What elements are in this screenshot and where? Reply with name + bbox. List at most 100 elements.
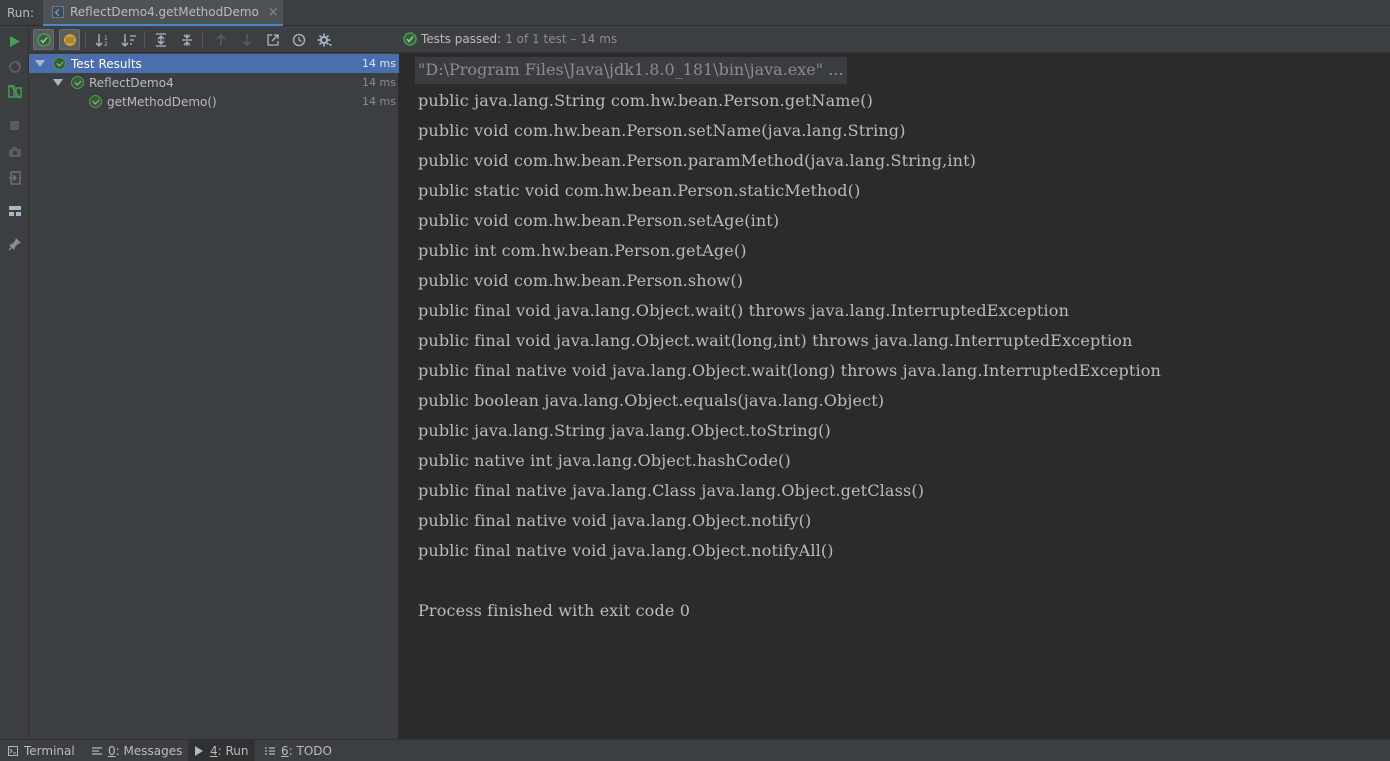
previous-failed-button[interactable] [210, 29, 231, 50]
arrow-down-icon [241, 33, 252, 46]
terminal-icon [8, 746, 18, 756]
restore-layout-button[interactable] [6, 202, 23, 219]
console-line: public boolean java.lang.Object.equals(j… [418, 391, 885, 410]
test-status-bar: Tests passed: 1 of 1 test – 14 ms [399, 26, 1390, 53]
run-tab-title: ReflectDemo4.getMethodDemo [70, 5, 259, 19]
console-command-line[interactable]: "D:\Program Files\Java\jdk1.8.0_181\bin\… [415, 57, 848, 84]
messages-tab-label: : Messages [115, 744, 183, 758]
console-line: public void com.hw.bean.Person.setAge(in… [418, 211, 780, 230]
todo-tab[interactable]: 6: TODO [259, 740, 338, 761]
exit-button[interactable] [6, 169, 23, 186]
passed-check-icon [53, 57, 66, 70]
run-label: Run: [7, 6, 35, 20]
run-tab-label: : Run [217, 744, 249, 758]
ignored-icon [63, 33, 76, 46]
messages-icon [92, 747, 102, 755]
passed-check-icon [71, 76, 84, 89]
passed-check-icon [403, 32, 417, 46]
console-line: public void com.hw.bean.Person.setName(j… [418, 121, 906, 140]
gear-icon [317, 33, 332, 46]
stop-icon [10, 121, 19, 130]
todo-tab-number: 6 [281, 744, 289, 758]
tree-node-class[interactable]: ReflectDemo4 14 ms [29, 73, 399, 92]
console-line: public final void java.lang.Object.wait(… [418, 301, 1070, 320]
todo-list-icon [265, 747, 275, 755]
console-line: public int com.hw.bean.Person.getAge() [418, 241, 747, 260]
play-icon [9, 36, 20, 47]
export-results-button[interactable] [262, 29, 283, 50]
run-tool-tab[interactable]: 4: Run [188, 740, 255, 761]
export-icon [266, 33, 279, 46]
todo-tab-label: : TODO [288, 744, 332, 758]
show-ignored-toggle[interactable] [59, 29, 80, 50]
expand-arrow-icon[interactable] [53, 79, 63, 86]
console-line: public void com.hw.bean.Person.paramMeth… [418, 151, 977, 170]
console-line: public final native java.lang.Class java… [418, 481, 925, 500]
tree-node-label: ReflectDemo4 [89, 75, 174, 90]
expand-arrow-icon[interactable] [35, 60, 45, 67]
console-exit-line: Process finished with exit code 0 [418, 601, 691, 620]
console-line: public static void com.hw.bean.Person.st… [418, 181, 861, 200]
test-config-icon [52, 6, 64, 18]
console-line: public native int java.lang.Object.hashC… [418, 451, 791, 470]
arrow-up-icon [215, 33, 226, 46]
console-output[interactable]: "D:\Program Files\Java\jdk1.8.0_181\bin\… [399, 53, 1390, 739]
sort-alphabetically-button[interactable]: 12 [92, 29, 113, 50]
run-tab-bar: Run: ReflectDemo4.getMethodDemo × [0, 0, 1390, 26]
stop-button[interactable] [6, 117, 23, 134]
test-results-tree: Test Results 14 ms ReflectDemo4 14 ms ge… [29, 53, 399, 739]
tree-node-time: 14 ms [362, 76, 396, 89]
tree-node-time: 14 ms [362, 57, 396, 70]
autotest-icon [7, 84, 22, 99]
sort-alpha-icon: 12 [95, 33, 108, 47]
tree-node-label: getMethodDemo() [107, 94, 217, 109]
pin-tab-button[interactable] [6, 235, 23, 252]
tree-node-test-results[interactable]: Test Results 14 ms [29, 54, 399, 73]
rerun-failed-button[interactable] [6, 58, 23, 75]
thread-dump-button[interactable] [6, 143, 23, 160]
test-settings-button[interactable] [314, 29, 335, 50]
console-line: public java.lang.String java.lang.Object… [418, 421, 831, 440]
expand-all-button[interactable] [150, 29, 171, 50]
console-line: public final native void java.lang.Objec… [418, 511, 812, 530]
tests-passed-label: Tests passed: [421, 32, 502, 46]
messages-tab[interactable]: 0: Messages [86, 740, 188, 761]
pin-icon [7, 237, 21, 251]
console-line: public final native void java.lang.Objec… [418, 541, 834, 560]
close-tab-icon[interactable]: × [268, 5, 279, 20]
clock-icon [292, 33, 305, 46]
tests-passed-count: 1 of 1 test – 14 ms [505, 32, 618, 46]
console-line: public void com.hw.bean.Person.show() [418, 271, 744, 290]
rerun-button[interactable] [6, 33, 23, 50]
passed-check-icon [36, 32, 51, 47]
tool-window-bar: Terminal 0: Messages 4: Run 6: TODO [0, 739, 1390, 761]
run-config-tab[interactable]: ReflectDemo4.getMethodDemo × [43, 0, 283, 26]
run-tab-number: 4 [210, 744, 218, 758]
toggle-autotest-button[interactable] [6, 83, 23, 100]
tree-node-method[interactable]: getMethodDemo() 14 ms [29, 92, 399, 111]
next-failed-button[interactable] [236, 29, 257, 50]
terminal-tab[interactable]: Terminal [2, 740, 81, 761]
run-left-toolbar [0, 26, 29, 739]
collapse-all-button[interactable] [176, 29, 197, 50]
test-tree-toolbar: 12 [29, 26, 399, 53]
terminal-tab-label: Terminal [24, 744, 75, 758]
passed-check-icon [89, 95, 102, 108]
console-line: public java.lang.String com.hw.bean.Pers… [418, 91, 873, 110]
console-line: public final void java.lang.Object.wait(… [418, 331, 1133, 350]
messages-tab-number: 0 [108, 744, 116, 758]
collapse-all-icon [181, 33, 192, 46]
tree-node-time: 14 ms [362, 95, 396, 108]
test-history-button[interactable] [288, 29, 309, 50]
tree-node-label: Test Results [71, 56, 142, 71]
layout-icon [8, 205, 21, 216]
sort-by-duration-button[interactable] [118, 29, 139, 50]
console-line: public final native void java.lang.Objec… [418, 361, 1161, 380]
svg-text:2: 2 [104, 41, 108, 47]
camera-icon [8, 146, 21, 157]
show-passed-toggle[interactable] [33, 29, 54, 50]
exit-icon [8, 170, 21, 185]
play-icon [195, 746, 203, 756]
rerun-failed-icon [8, 60, 21, 73]
sort-duration-icon [121, 33, 136, 47]
